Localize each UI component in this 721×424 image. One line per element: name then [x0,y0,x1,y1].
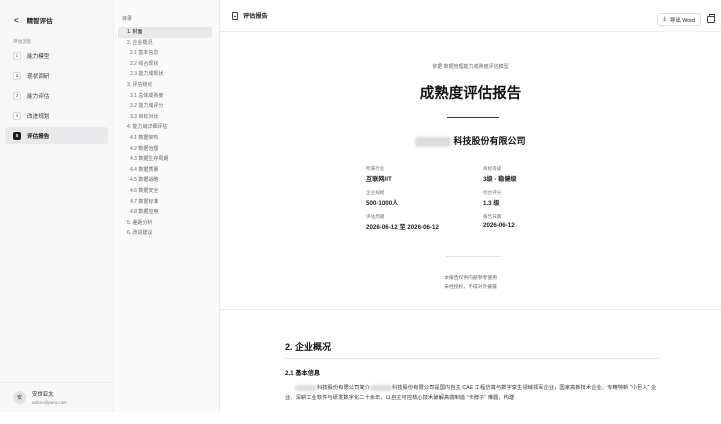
info-field: 评估周期 2026-06-12 至 2026-06-12 [366,214,483,231]
sidebar-section-label: 评估流程 [13,39,32,44]
field-label: 企业规模 [366,190,385,195]
step-label: 评估报告 [27,133,50,140]
sidebar-step-improvement[interactable]: 4 改进规划 [5,107,108,124]
redacted-text [415,136,452,147]
avatar: 安 [13,391,26,404]
info-field: 目标等级 3级 - 稳健级 [483,166,600,183]
field-value: 互联网/IT [366,176,392,183]
cover-subtitle: 依据 数据管理能力成熟度评估模型 [432,64,509,70]
redacted-text [295,384,317,391]
cover-info-grid: 所属行业 互联网/IT 目标等级 3级 - 稳健级 企业规模 500-1000人… [366,166,606,231]
step-number: 1 [13,51,21,60]
toc-item[interactable]: 4.8 数据应用 [118,207,212,218]
sidebar-header: < 精智评估 [0,10,113,30]
sidebar-step-assessment[interactable]: 3 能力评估 [5,87,108,104]
section-rule [285,358,660,359]
toc-item[interactable]: 6. 改进建议 [118,228,212,239]
toc-item-cover[interactable]: 1. 封面 [118,27,212,38]
field-value: 1.3 级 [483,200,500,207]
page-title: 评估报告 [243,13,268,20]
page-break [220,309,721,310]
toc-item[interactable]: 4.7 数据标准 [118,197,212,208]
step-label: 能力评估 [27,93,50,100]
topbar: 评估报告 [220,0,721,32]
step-label: 改进规划 [27,113,50,120]
toc-item[interactable]: 3.1 总体成熟度 [118,91,212,102]
printer-icon[interactable] [707,14,715,23]
note-line: 本报告仅供内部参考使用 [444,276,497,281]
company-name: 科技股份有限公司 [220,134,721,147]
sidebar-step-report[interactable]: 5 评估报告 [5,127,108,144]
title-divider [447,117,499,118]
field-label: 所属行业 [366,166,385,171]
company-suffix: 科技股份有限公司 [453,136,526,146]
toc-item[interactable]: 2. 企业概况 [118,38,212,49]
toc-item[interactable]: 4.3 数据生存周期 [118,154,212,165]
info-field: 综合评分 1.3 级 [483,190,600,207]
user-email: admin@pera.com [32,400,67,405]
company-intro-paragraph: 科技股份有限公司简介 科技股份有限公司是国内自主 CAE 工程仿真与数字孪生领域领… [285,383,660,403]
table-of-contents: 目录 1. 封面 2. 企业概况 2.1 基本信息 2.2 综合现状 2.3 能… [114,0,220,412]
app-title: 精智评估 [26,18,53,25]
toc-item[interactable]: 3.3 目标对比 [118,112,212,123]
step-label: 现状调研 [27,73,50,80]
toc-title: 目录 [122,16,133,22]
section-company-overview: 2. 企业概况 2.1 基本信息 科技股份有限公司简介 科技股份有限公司是国内自主… [285,340,660,403]
field-value: 2026-06-12 至 2026-06-12 [366,224,439,231]
sidebar-step-capability-model[interactable]: 1 能力模型 [5,47,108,64]
subsection-title: 2.1 基本信息 [285,370,321,377]
document-icon [232,11,238,20]
user-profile[interactable]: 安 安世亚太 admin@pera.com [0,382,113,412]
field-label: 综合评分 [483,190,502,195]
back-icon[interactable]: < [14,16,19,25]
toc-item[interactable]: 2.2 综合现状 [118,59,212,70]
info-field: 报告日期 2026-06-12 [483,214,600,231]
redacted-text [369,384,392,391]
toc-item[interactable]: 2.3 能力域现状 [118,69,212,80]
user-name: 安世亚太 [32,392,54,398]
toc-item[interactable]: 4. 能力域详细评估 [118,122,212,133]
report-main: 评估报告 ⤓ 导出 Word 依据 数据管理能力成熟度评估模型 成熟度评估报告 … [220,0,721,412]
toc-item[interactable]: 4.1 数据架构 [118,133,212,144]
toc-item[interactable]: 4.6 数据安全 [118,186,212,197]
step-number: 5 [13,131,21,140]
step-number: 3 [13,91,21,100]
field-label: 评估周期 [366,214,385,219]
section-title: 2. 企业概况 [285,342,332,352]
field-label: 报告日期 [483,214,502,219]
toc-item[interactable]: 4.5 数据战略 [118,175,212,186]
field-value: 500-1000人 [366,200,399,207]
cover-note: 本报告仅供内部参考使用 未经授权，不得对外披露 [220,274,721,292]
toc-item[interactable]: 3.2 能力域评分 [118,101,212,112]
export-word-button[interactable]: ⤓ 导出 Word [657,13,701,26]
toc-item[interactable]: 4.2 数据治理 [118,144,212,155]
export-label: 导出 Word [669,17,695,24]
field-value: 3级 - 稳健级 [483,176,517,183]
sidebar: < 精智评估 评估流程 1 能力模型 2 现状调研 3 能力评估 4 改进规划 … [0,0,114,412]
sidebar-step-survey[interactable]: 2 现状调研 [5,67,108,84]
info-field: 企业规模 500-1000人 [366,190,483,207]
toc-item[interactable]: 3. 评估结论 [118,80,212,91]
download-icon: ⤓ [663,16,666,22]
step-number: 2 [13,71,21,80]
step-number: 4 [13,111,21,120]
toc-item[interactable]: 4.4 数据质量 [118,165,212,176]
toc-item[interactable]: 2.1 基本信息 [118,48,212,59]
cover-divider [446,256,501,257]
field-value: 2026-06-12 [483,222,515,229]
step-label: 能力模型 [27,53,50,60]
info-field: 所属行业 互联网/IT [366,166,483,183]
note-line: 未经授权，不得对外披露 [444,285,497,290]
cover-title: 成熟度评估报告 [419,86,522,102]
para-part: 科技股份有限公司简介 [317,385,370,391]
toc-item[interactable]: 5. 差距分析 [118,218,212,229]
field-label: 目标等级 [483,166,502,171]
